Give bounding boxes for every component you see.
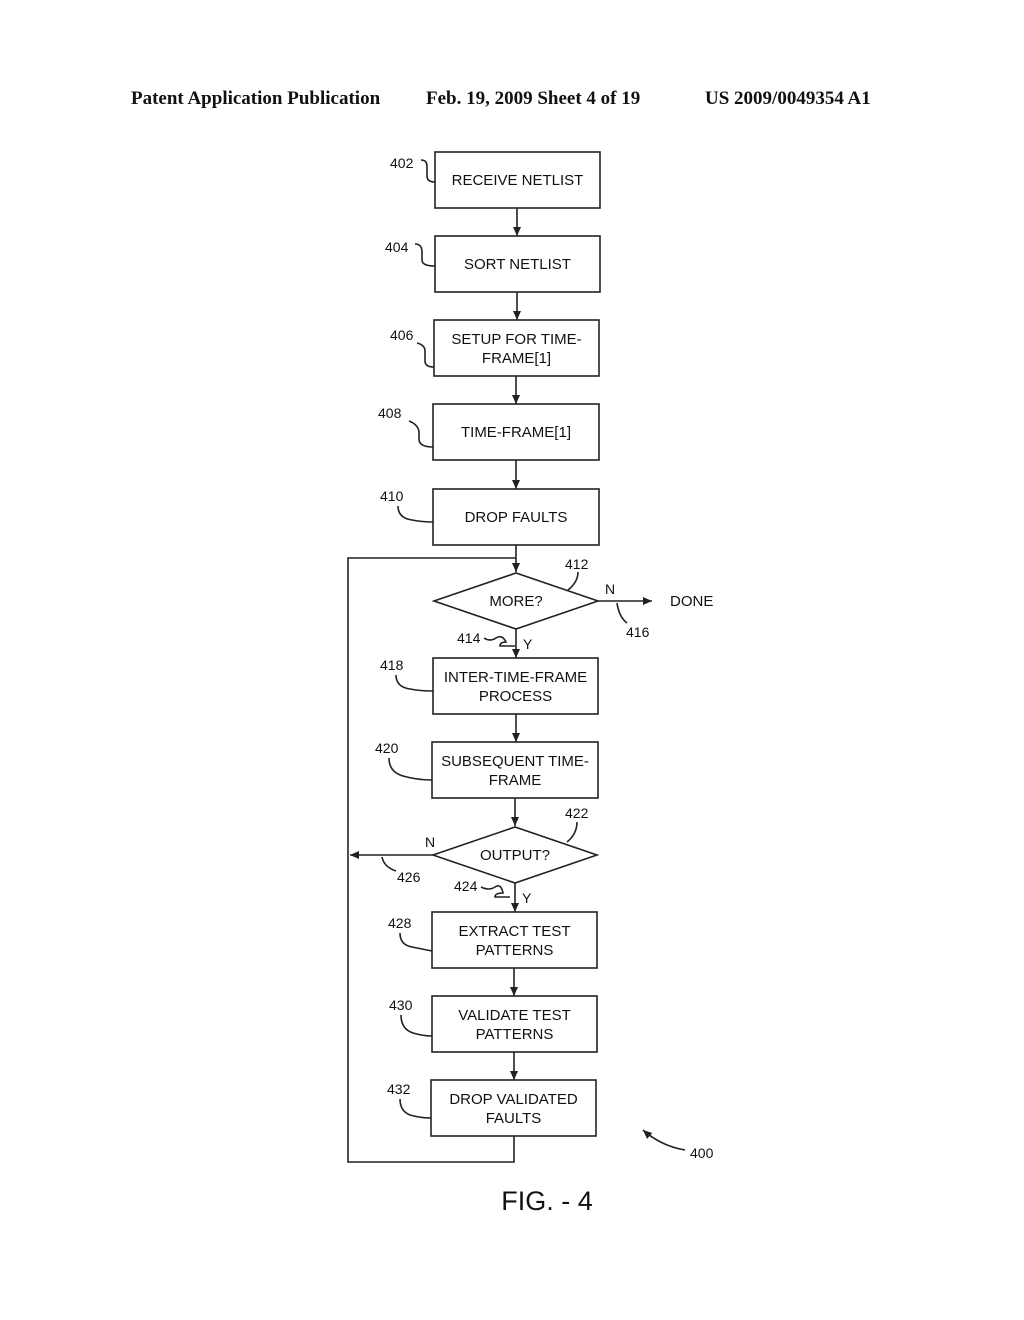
leader-line xyxy=(616,602,628,624)
process-label: FRAME[1] xyxy=(482,350,551,367)
leader-line xyxy=(420,159,436,183)
reference-numeral: 420 xyxy=(375,740,399,756)
reference-numeral: 406 xyxy=(390,327,414,343)
process-label: DROP VALIDATED xyxy=(449,1091,578,1108)
process-label: RECEIVE NETLIST xyxy=(452,172,584,189)
process-label: FAULTS xyxy=(486,1110,542,1127)
leader-line xyxy=(399,1098,432,1119)
reference-numeral: 404 xyxy=(385,239,409,255)
leader-line xyxy=(381,856,397,872)
reference-numeral: 428 xyxy=(388,915,412,931)
leader-line xyxy=(414,243,436,267)
leader-line xyxy=(567,571,579,591)
process-label: PATTERNS xyxy=(476,942,554,959)
leader-line xyxy=(483,635,515,647)
yes-label: Y xyxy=(523,636,533,652)
leader-line xyxy=(395,674,434,692)
process-label: EXTRACT TEST xyxy=(459,923,571,940)
reference-numeral: 424 xyxy=(454,878,478,894)
flowchart: RECEIVE NETLIST 402 SORT NETLIST 404 SETUP F… xyxy=(347,151,714,1216)
process-box-420 xyxy=(431,741,599,799)
done-terminal: DONE xyxy=(670,593,713,610)
reference-numeral: 430 xyxy=(389,997,413,1013)
figure-caption: FIG. - 4 xyxy=(501,1186,593,1216)
leader-line xyxy=(399,932,433,952)
process-label: VALIDATE TEST xyxy=(458,1007,571,1024)
leader-line xyxy=(397,505,434,523)
no-label: N xyxy=(605,581,615,597)
process-label: SETUP FOR TIME- xyxy=(451,331,581,348)
reference-numeral: 408 xyxy=(378,405,402,421)
process-label: SUBSEQUENT TIME- xyxy=(441,753,589,770)
process-box-428 xyxy=(431,911,598,969)
leader-line xyxy=(408,420,434,448)
process-box-430 xyxy=(431,995,598,1053)
reference-numeral: 416 xyxy=(626,624,650,640)
leader-line xyxy=(480,885,510,898)
no-label: N xyxy=(425,834,435,850)
process-label: PATTERNS xyxy=(476,1026,554,1043)
process-label: SORT NETLIST xyxy=(464,256,571,273)
reference-numeral: 432 xyxy=(387,1081,411,1097)
reference-numeral: 412 xyxy=(565,556,589,572)
reference-numeral: 426 xyxy=(397,869,421,885)
leader-line xyxy=(388,757,433,781)
leader-line xyxy=(416,342,435,368)
reference-numeral: 410 xyxy=(380,488,404,504)
process-label: TIME-FRAME[1] xyxy=(461,424,571,441)
process-label: INTER-TIME-FRAME xyxy=(444,669,587,686)
process-label: FRAME xyxy=(489,772,542,789)
reference-numeral: 402 xyxy=(390,155,414,171)
decision-label: OUTPUT? xyxy=(480,847,550,864)
reference-numeral: 414 xyxy=(457,630,481,646)
yes-label: Y xyxy=(522,890,532,906)
process-label: PROCESS xyxy=(479,688,552,705)
process-label: DROP FAULTS xyxy=(465,509,568,526)
process-box-418 xyxy=(432,657,599,715)
figure-reference-numeral: 400 xyxy=(690,1145,714,1161)
figure-ref-arrow xyxy=(642,1129,686,1151)
reference-numeral: 418 xyxy=(380,657,404,673)
decision-label: MORE? xyxy=(489,593,542,610)
process-box-406 xyxy=(433,319,600,377)
leader-line xyxy=(400,1014,433,1037)
process-box-432 xyxy=(430,1079,597,1137)
leader-line xyxy=(566,821,578,843)
reference-numeral: 422 xyxy=(565,805,589,821)
